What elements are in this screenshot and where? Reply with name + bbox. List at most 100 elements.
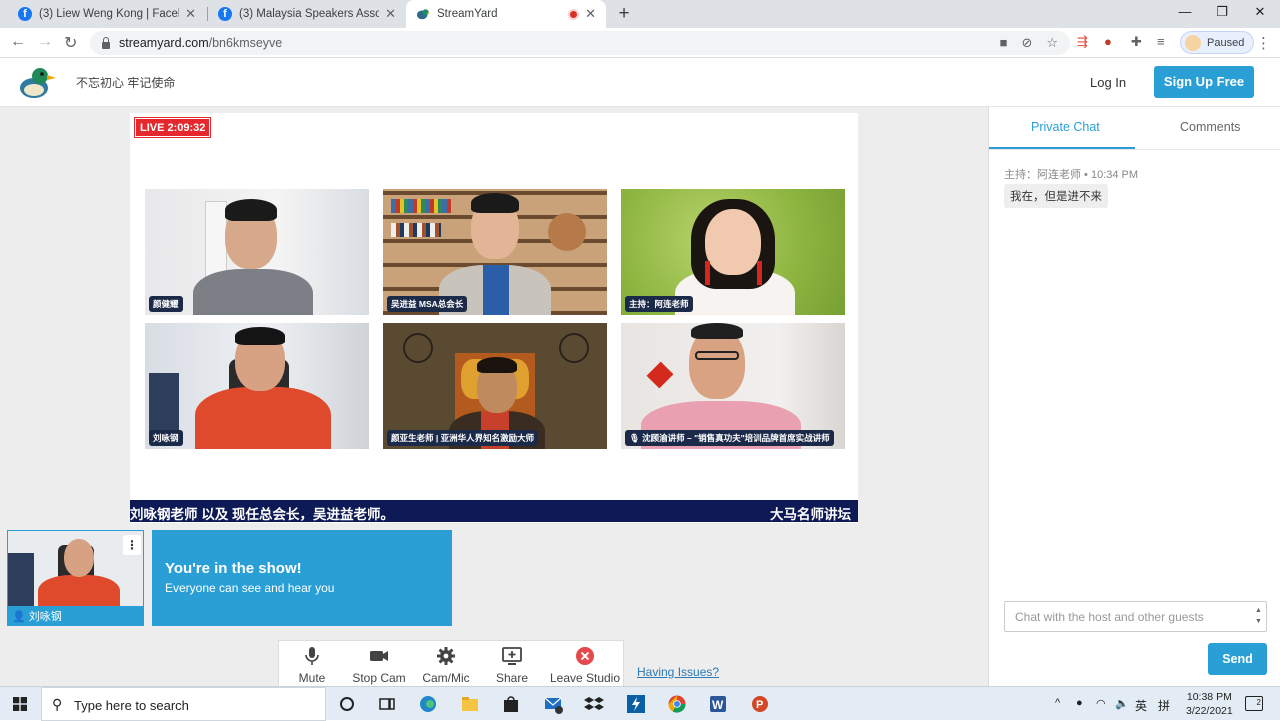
close-tab-icon[interactable]: ✕ xyxy=(385,6,396,22)
lock-icon xyxy=(102,36,110,49)
facebook-icon: f xyxy=(18,7,32,21)
bookcase xyxy=(8,553,34,606)
earring xyxy=(705,261,710,285)
chat-panel: Private Chat Comments 主持：阿连老师 • 10:34 PM… xyxy=(988,107,1280,686)
address-bar[interactable]: streamyard.com/bn6kmseyve ■ ⊘ ☆ xyxy=(90,31,1070,55)
self-preview[interactable]: ⋮ 👤 刘咏钢 xyxy=(7,530,144,626)
browser-menu-icon[interactable]: ⋮ xyxy=(1256,34,1271,52)
mail-icon[interactable] xyxy=(543,694,563,714)
signup-button[interactable]: Sign Up Free xyxy=(1154,66,1254,98)
power-automate-icon[interactable] xyxy=(626,694,646,714)
participant-tile[interactable]: 颜健耀 xyxy=(145,189,369,315)
participant-name-label: 颜亚生老师 | 亚洲华人界知名激励大师 xyxy=(387,430,539,446)
banner-title: You're in the show! xyxy=(165,560,302,577)
login-link[interactable]: Log In xyxy=(1090,75,1126,90)
participant-name-label: 主持：阿连老师 xyxy=(625,296,693,312)
wall-lamp xyxy=(559,333,589,363)
close-tab-icon[interactable]: ✕ xyxy=(185,6,196,22)
participant-hair xyxy=(235,327,285,345)
participant-body xyxy=(38,575,120,606)
studio-controls: Mute Stop Cam Cam/Mic Share Leave Studio xyxy=(278,640,624,688)
glasses xyxy=(695,351,739,360)
participant-hair xyxy=(225,199,277,221)
file-explorer-icon[interactable] xyxy=(460,694,480,714)
participant-name-label: 🎙 沈顾渝讲师 – "销售真功夫"培训品牌首席实战讲师 xyxy=(625,430,834,446)
stop-cam-button[interactable]: Stop Cam xyxy=(346,645,412,685)
extension-icon[interactable]: ● xyxy=(1104,34,1112,49)
mute-button[interactable]: Mute xyxy=(279,645,345,685)
tab-comments[interactable]: Comments xyxy=(1180,120,1240,134)
ime-mode[interactable]: 拼 xyxy=(1158,697,1170,714)
participant-tile[interactable]: 颜亚生老师 | 亚洲华人界知名激励大师 xyxy=(383,323,607,449)
paused-label: Paused xyxy=(1207,36,1245,49)
microphone-tray-icon[interactable]: ● xyxy=(1076,697,1083,709)
ticker-text: 刘咏钢老师 以及 现任总会长，吴进益老师。 xyxy=(130,507,395,522)
leave-studio-label: Leave Studio xyxy=(549,671,621,685)
books xyxy=(391,223,441,237)
participant-tile[interactable]: 吴进益 MSA总会长 xyxy=(383,189,607,315)
reading-list-icon[interactable]: ≡ xyxy=(1157,34,1165,49)
fu-decoration xyxy=(646,361,674,389)
streamyard-logo[interactable] xyxy=(18,65,58,101)
camera-icon xyxy=(370,651,388,661)
powerpoint-icon[interactable]: P xyxy=(750,694,770,714)
tab-private-chat[interactable]: Private Chat xyxy=(1031,120,1100,134)
participant-tile[interactable]: 刘咏钢 xyxy=(145,323,369,449)
mute-label: Mute xyxy=(298,671,326,685)
participant-name-label: 颜健耀 xyxy=(149,296,183,312)
forward-icon[interactable]: → xyxy=(37,33,53,51)
bookmark-star-icon[interactable]: ☆ xyxy=(1046,35,1058,51)
reload-icon[interactable]: ↻ xyxy=(64,33,77,53)
edge-icon[interactable] xyxy=(418,694,438,714)
show-hidden-icons-icon[interactable]: ^ xyxy=(1055,697,1060,709)
camera-in-use-icon[interactable]: ■ xyxy=(1000,35,1008,51)
tab-title: (3) Liew Weng Kong | Facebook xyxy=(39,8,179,20)
facebook-icon: f xyxy=(218,7,232,21)
system-clock[interactable]: 10:38 PM 3/22/2021 xyxy=(1186,690,1233,718)
store-icon[interactable] xyxy=(501,694,521,714)
chat-message-text: 我在，但是进不来 xyxy=(1004,184,1108,208)
profile-sync-paused[interactable]: Paused xyxy=(1180,31,1255,54)
share-button[interactable]: Share xyxy=(479,645,545,685)
wifi-icon[interactable]: ◠ xyxy=(1096,697,1106,710)
chrome-icon[interactable] xyxy=(667,694,687,714)
extension-icon[interactable]: ⇶ xyxy=(1077,34,1088,50)
tab-title: (3) Malaysia Speakers Association xyxy=(239,8,380,20)
back-icon[interactable]: ← xyxy=(10,33,26,51)
more-options-icon[interactable]: ⋮ xyxy=(123,535,141,555)
scroll-arrows-icon[interactable]: ▲ ▼ xyxy=(1255,605,1262,627)
chat-input[interactable] xyxy=(1004,601,1267,632)
share-label: Share xyxy=(495,671,529,685)
notification-center-icon[interactable]: 2 xyxy=(1245,696,1263,711)
volume-icon[interactable]: 🔈 xyxy=(1115,697,1129,710)
close-window-icon[interactable]: ✕ xyxy=(1248,4,1272,20)
message-author: 主持：阿连老师 xyxy=(1004,169,1081,181)
close-tab-icon[interactable]: ✕ xyxy=(585,6,596,22)
dropbox-icon[interactable] xyxy=(584,694,604,714)
participant-hair xyxy=(691,323,743,339)
input-language[interactable]: 英 xyxy=(1135,697,1147,714)
send-button[interactable]: Send xyxy=(1208,643,1267,675)
share-screen-icon xyxy=(502,647,522,665)
maximize-icon[interactable]: ❐ xyxy=(1210,4,1234,20)
participant-tile[interactable]: 🎙 沈顾渝讲师 – "销售真功夫"培训品牌首席实战讲师 xyxy=(621,323,845,449)
streamyard-icon xyxy=(416,7,430,21)
browser-tab-facebook-2[interactable]: f (3) Malaysia Speakers Association ✕ xyxy=(208,0,406,28)
taskbar-search[interactable]: ⚲ Type here to search xyxy=(41,687,326,721)
new-tab-button[interactable]: + xyxy=(613,3,635,25)
word-icon[interactable]: W xyxy=(708,694,728,714)
cam-mic-settings-button[interactable]: Cam/Mic xyxy=(413,645,479,685)
participant-tile[interactable]: 主持：阿连老师 xyxy=(621,189,845,315)
leave-studio-button[interactable]: Leave Studio xyxy=(548,645,622,685)
cam-mic-label: Cam/Mic xyxy=(422,671,470,685)
tracking-blocked-icon[interactable]: ⊘ xyxy=(1021,35,1032,51)
task-view-icon[interactable] xyxy=(377,694,397,714)
browser-tab-streamyard[interactable]: StreamYard ✕ xyxy=(406,0,606,28)
cortana-icon[interactable] xyxy=(337,694,357,714)
windows-start-icon[interactable] xyxy=(13,697,27,711)
tab-divider xyxy=(989,149,1280,150)
extensions-puzzle-icon[interactable]: ✚ xyxy=(1131,34,1142,50)
having-issues-link[interactable]: Having Issues? xyxy=(637,665,719,679)
minimize-icon[interactable]: — xyxy=(1173,4,1197,19)
browser-tab-facebook-1[interactable]: f (3) Liew Weng Kong | Facebook ✕ xyxy=(8,0,206,28)
